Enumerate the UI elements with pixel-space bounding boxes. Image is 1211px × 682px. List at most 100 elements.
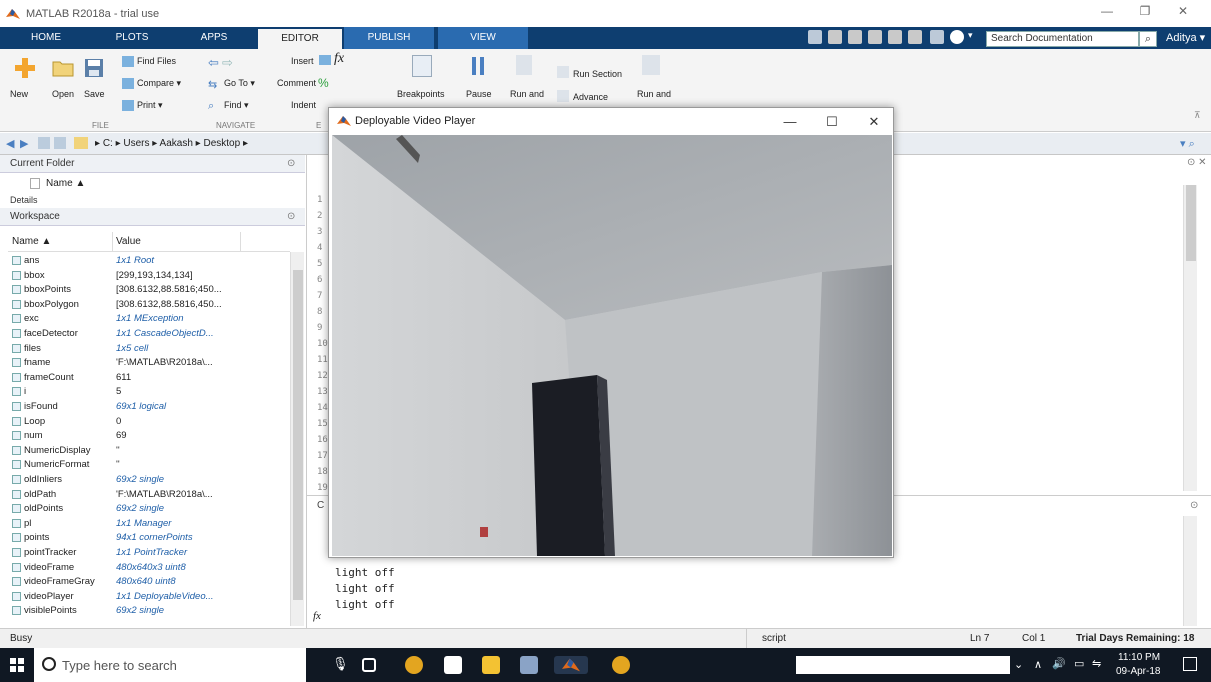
table-row[interactable]: num 69 bbox=[8, 429, 290, 442]
advance-icon[interactable] bbox=[557, 90, 569, 102]
video-maximize-button[interactable]: ☐ bbox=[819, 112, 845, 132]
battery-icon[interactable]: ▭ bbox=[1074, 657, 1084, 670]
windows-start-icon[interactable] bbox=[10, 658, 24, 672]
table-row[interactable]: bboxPoints [308.6132,88.5816;450... bbox=[8, 283, 290, 296]
table-row[interactable]: videoPlayer 1x1 DeployableVideo... bbox=[8, 590, 290, 603]
restore-button[interactable]: ❐ bbox=[1130, 4, 1160, 22]
video-player-titlebar[interactable]: Deployable Video Player — ☐ ✕ bbox=[329, 108, 893, 135]
table-row[interactable]: visiblePoints 69x2 single bbox=[8, 604, 290, 617]
breakpoints-button[interactable]: Breakpoints bbox=[397, 89, 445, 99]
table-row[interactable]: exc 1x1 MException bbox=[8, 312, 290, 325]
current-folder-name-header[interactable]: Name ▲ bbox=[10, 175, 305, 193]
table-row[interactable]: NumericDisplay '' bbox=[8, 444, 290, 457]
new-button[interactable]: New bbox=[10, 89, 28, 99]
editor-scrollbar[interactable] bbox=[1183, 185, 1197, 491]
tab-view[interactable]: VIEW bbox=[438, 27, 528, 49]
table-row[interactable]: fname 'F:\MATLAB\R2018a\... bbox=[8, 356, 290, 369]
table-row[interactable]: faceDetector 1x1 CascadeObjectD... bbox=[8, 327, 290, 340]
command-scrollbar[interactable] bbox=[1183, 516, 1197, 626]
advance-button[interactable]: Advance bbox=[573, 92, 608, 102]
ws-name-header[interactable]: Name ▲ bbox=[12, 236, 51, 247]
ws-value-header[interactable]: Value bbox=[116, 236, 141, 247]
table-row[interactable]: bbox [299,193,134,134] bbox=[8, 269, 290, 282]
workspace-scrollbar[interactable] bbox=[290, 252, 304, 626]
insert-button[interactable]: Insert bbox=[291, 56, 314, 66]
indent-button[interactable]: Indent bbox=[291, 100, 316, 110]
tray-chevron-icon[interactable]: ⌄ bbox=[1014, 658, 1023, 671]
run-and-advance-button[interactable]: Run and bbox=[510, 89, 544, 99]
volume-icon[interactable]: 🔊 bbox=[1052, 657, 1066, 670]
breakpoints-icon[interactable] bbox=[412, 55, 432, 77]
switch-windows-icon[interactable] bbox=[930, 30, 944, 44]
close-button[interactable]: ✕ bbox=[1168, 4, 1198, 22]
comment-percent-icon[interactable]: % bbox=[318, 76, 329, 90]
pause-button[interactable]: Pause bbox=[466, 89, 492, 99]
notification-center-icon[interactable] bbox=[1183, 657, 1197, 671]
user-account-menu[interactable]: Aditya ▾ bbox=[1166, 31, 1205, 44]
table-row[interactable]: oldPath 'F:\MATLAB\R2018a\... bbox=[8, 488, 290, 501]
details-collapsed[interactable]: Details bbox=[10, 196, 305, 204]
taskbar-time[interactable]: 11:10 PM bbox=[1118, 652, 1160, 663]
breadcrumb-item-aakash[interactable]: Aakash bbox=[160, 138, 193, 149]
table-row[interactable]: isFound 69x1 logical bbox=[8, 400, 290, 413]
column-divider[interactable] bbox=[240, 232, 241, 252]
search-documentation-input[interactable]: Search Documentation bbox=[986, 31, 1139, 47]
help-icon[interactable] bbox=[950, 30, 964, 44]
cut-quick-icon[interactable] bbox=[828, 30, 842, 44]
save-quick-icon[interactable] bbox=[808, 30, 822, 44]
taskbar-address-box[interactable] bbox=[796, 656, 1010, 674]
table-row[interactable]: pl 1x1 Manager bbox=[8, 517, 290, 530]
table-row[interactable]: points 94x1 cornerPoints bbox=[8, 531, 290, 544]
command-prompt-fx-icon[interactable]: fx bbox=[313, 610, 321, 622]
table-row[interactable]: files 1x5 cell bbox=[8, 342, 290, 355]
microphone-icon[interactable]: 🎙 bbox=[332, 656, 350, 674]
table-row[interactable]: pointTracker 1x1 PointTracker bbox=[8, 546, 290, 559]
tab-editor[interactable]: EDITOR bbox=[258, 29, 342, 49]
pause-icon[interactable] bbox=[470, 56, 486, 76]
deployable-video-player-window[interactable]: Deployable Video Player — ☐ ✕ bbox=[328, 107, 894, 558]
address-search-icon[interactable]: ▾ ⌕ bbox=[1180, 137, 1195, 151]
save-disk-icon[interactable] bbox=[84, 58, 104, 78]
matlab-taskbar-item[interactable] bbox=[554, 656, 588, 674]
insert-icon[interactable] bbox=[319, 55, 331, 65]
new-plus-icon[interactable] bbox=[14, 57, 36, 79]
table-row[interactable]: i5 bbox=[8, 385, 290, 398]
minimize-button[interactable]: — bbox=[1092, 4, 1122, 22]
back-icon[interactable]: ◀ bbox=[6, 137, 14, 150]
editor-close-icon[interactable]: ⊙ ✕ bbox=[1187, 157, 1207, 168]
table-row[interactable]: videoFrameGray 480x640 uint8 bbox=[8, 575, 290, 588]
chrome-icon-2[interactable] bbox=[612, 656, 630, 674]
run-section-icon[interactable] bbox=[557, 66, 569, 78]
open-folder-icon[interactable] bbox=[52, 59, 74, 77]
copy-quick-icon[interactable] bbox=[848, 30, 862, 44]
forward-arrow-icon[interactable]: ⇨ bbox=[222, 55, 233, 71]
find-files-button[interactable]: Find Files bbox=[137, 56, 176, 66]
workspace-menu-icon[interactable]: ⊙ bbox=[287, 208, 295, 226]
go-to-button[interactable]: Go To ▾ bbox=[224, 78, 255, 89]
table-row[interactable]: bboxPolygon [308.6132,88.5816,450... bbox=[8, 298, 290, 311]
task-view-icon[interactable] bbox=[362, 658, 376, 672]
table-row[interactable]: NumericFormat '' bbox=[8, 458, 290, 471]
name-column-header[interactable]: Name ▲ bbox=[46, 178, 85, 189]
table-row[interactable]: oldInliers 69x2 single bbox=[8, 473, 290, 486]
compare-icon[interactable] bbox=[122, 78, 134, 89]
comment-button[interactable]: Comment bbox=[277, 78, 316, 88]
workspace-scroll-thumb[interactable] bbox=[293, 270, 303, 600]
paint-icon[interactable] bbox=[520, 656, 538, 674]
run-and-time-button[interactable]: Run and bbox=[637, 89, 671, 99]
table-row[interactable]: oldPoints 69x2 single bbox=[8, 502, 290, 515]
breadcrumb-item-desktop[interactable]: Desktop bbox=[203, 138, 240, 149]
tab-publish[interactable]: PUBLISH bbox=[344, 27, 434, 49]
function-fx-icon[interactable]: fx bbox=[334, 51, 344, 67]
network-icon[interactable]: ⇋ bbox=[1092, 657, 1101, 670]
tab-apps[interactable]: APPS bbox=[182, 27, 246, 49]
compare-button[interactable]: Compare ▾ bbox=[137, 78, 181, 89]
open-button[interactable]: Open bbox=[52, 89, 74, 99]
quick-access-dropdown-icon[interactable]: ▾ bbox=[968, 30, 982, 44]
go-to-icon[interactable]: ⇆ bbox=[208, 78, 217, 91]
tab-plots[interactable]: PLOTS bbox=[96, 27, 168, 49]
run-section-button[interactable]: Run Section bbox=[573, 69, 622, 79]
taskbar-search-box[interactable]: Type here to search bbox=[34, 648, 306, 682]
browse-folder-icon[interactable] bbox=[54, 137, 66, 149]
breadcrumb-item-drive[interactable]: C: bbox=[103, 138, 113, 149]
